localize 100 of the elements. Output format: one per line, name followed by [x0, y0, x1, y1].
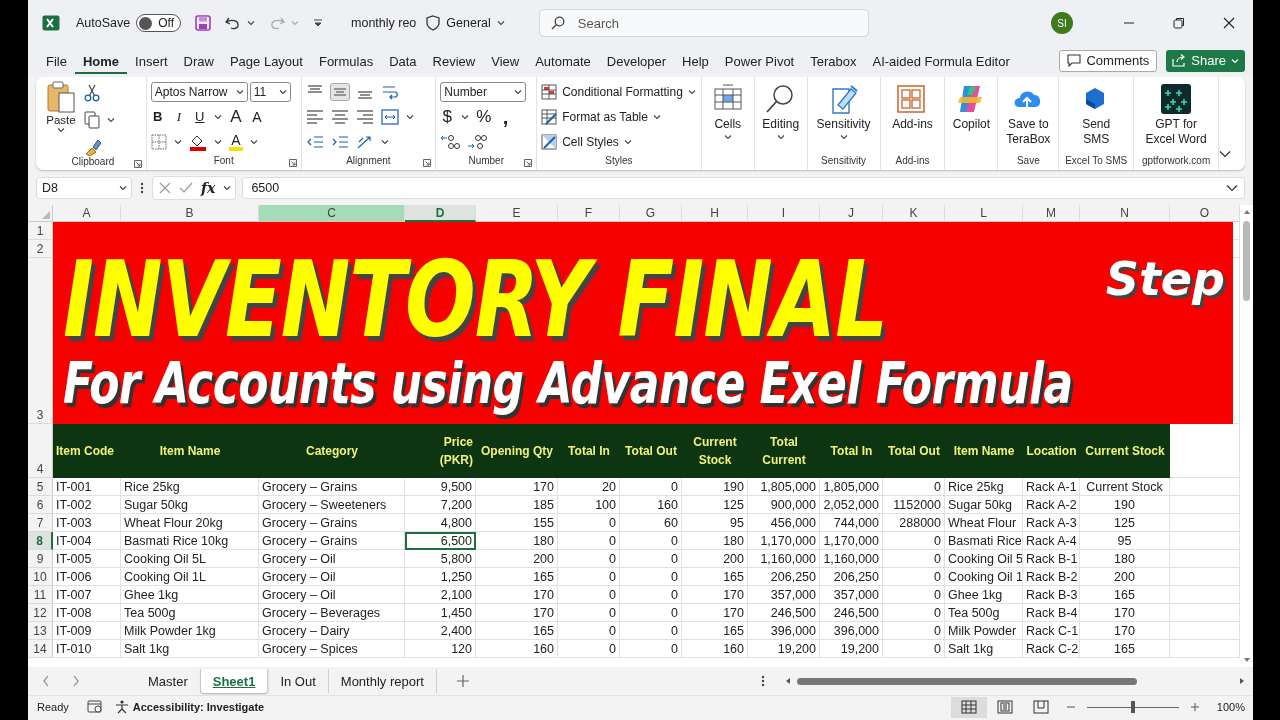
name-box[interactable]: D8: [36, 177, 132, 199]
menu-tab[interactable]: Formulas: [310, 49, 382, 74]
add-sheet-icon[interactable]: [456, 675, 469, 687]
scroll-down-icon[interactable]: [1242, 657, 1251, 663]
column-header[interactable]: G: [620, 205, 682, 222]
column-header[interactable]: N: [1080, 205, 1170, 222]
increase-font-size-button[interactable]: A: [228, 109, 243, 125]
vertical-scrollbar-thumb[interactable]: [1243, 221, 1250, 301]
column-header[interactable]: C: [259, 205, 405, 222]
zoom-slider-thumb[interactable]: [1130, 701, 1135, 713]
sheet-tab[interactable]: Master: [136, 669, 201, 693]
scroll-up-icon[interactable]: [1242, 209, 1251, 215]
caret-icon[interactable]: [213, 114, 222, 120]
merge-center-icon[interactable]: [380, 109, 399, 125]
number-format-dropdown[interactable]: Number: [440, 82, 527, 102]
accessibility-button[interactable]: Accessibility: Investigate: [114, 700, 265, 714]
collapse-ribbon-icon[interactable]: [1219, 150, 1231, 158]
cells-button[interactable]: Cells: [707, 81, 748, 140]
caret-icon[interactable]: [461, 114, 470, 120]
macro-recording-icon[interactable]: [86, 700, 103, 714]
row-header[interactable]: 1: [28, 222, 53, 240]
column-header[interactable]: I: [748, 205, 820, 222]
row-header[interactable]: 2: [28, 240, 53, 258]
align-left-icon[interactable]: [305, 109, 324, 125]
row-header[interactable]: 10: [28, 568, 53, 586]
conditional-formatting-button[interactable]: Conditional Formatting: [541, 82, 696, 102]
orientation-icon[interactable]: [355, 134, 374, 150]
menu-tab[interactable]: Automate: [527, 49, 599, 74]
more-options-icon[interactable]: [140, 182, 144, 194]
restore-icon[interactable]: [1173, 17, 1185, 29]
horizontal-scrollbar-thumb[interactable]: [797, 677, 1137, 685]
caret-icon[interactable]: [173, 139, 182, 145]
menu-tab[interactable]: Help: [674, 49, 717, 74]
menu-tab[interactable]: Data: [381, 49, 425, 74]
caret-icon[interactable]: [249, 139, 258, 145]
scroll-right-icon[interactable]: [1239, 677, 1245, 685]
terabox-button[interactable]: Save to TeraBox: [1003, 81, 1054, 147]
gpt-button[interactable]: GPT for Excel Word: [1142, 81, 1210, 147]
enter-icon[interactable]: [179, 182, 193, 194]
font-color-button[interactable]: A: [228, 133, 243, 151]
menu-tab[interactable]: Developer: [598, 49, 675, 74]
column-header[interactable]: B: [121, 205, 259, 222]
cancel-icon[interactable]: [159, 182, 171, 194]
column-header[interactable]: F: [558, 205, 620, 222]
autosave-toggle[interactable]: Off: [136, 14, 181, 32]
close-icon[interactable]: [1223, 17, 1235, 29]
sensitivity-dropdown[interactable]: General: [446, 16, 505, 30]
caret-icon[interactable]: [380, 139, 389, 145]
previous-sheet-icon[interactable]: [42, 675, 50, 687]
column-header[interactable]: L: [945, 205, 1023, 222]
row-header[interactable]: 7: [28, 514, 53, 532]
scroll-left-icon[interactable]: [785, 677, 791, 685]
row-header[interactable]: 14: [28, 640, 53, 658]
column-header[interactable]: M: [1023, 205, 1080, 222]
column-header[interactable]: H: [682, 205, 748, 222]
caret-icon[interactable]: [213, 139, 222, 145]
font-size-dropdown[interactable]: 11: [249, 82, 291, 102]
expand-icon[interactable]: [1226, 184, 1238, 192]
save-icon[interactable]: [195, 15, 211, 31]
customize-toolbar-icon[interactable]: [313, 19, 323, 27]
column-header[interactable]: K: [883, 205, 945, 222]
search-field[interactable]: Search: [538, 9, 869, 37]
caret-icon[interactable]: [405, 114, 414, 120]
row-header[interactable]: 13: [28, 622, 53, 640]
caret-icon[interactable]: [223, 185, 232, 191]
row-header[interactable]: 4: [28, 424, 53, 478]
decrease-font-size-button[interactable]: A: [249, 109, 264, 125]
dialog-launcher-icon[interactable]: [524, 159, 533, 167]
borders-icon[interactable]: [150, 134, 167, 150]
zoom-in-icon[interactable]: [1190, 703, 1199, 711]
share-button[interactable]: Share: [1166, 49, 1245, 72]
dialog-launcher-icon[interactable]: [133, 160, 142, 168]
copy-icon[interactable]: [84, 111, 100, 129]
column-header[interactable]: E: [476, 205, 558, 222]
sheet-tab[interactable]: Sheet1: [200, 669, 269, 693]
column-header[interactable]: O: [1170, 205, 1240, 222]
user-avatar[interactable]: SI: [1051, 12, 1073, 34]
menu-tab[interactable]: Terabox: [802, 49, 865, 74]
fill-color-icon[interactable]: [188, 133, 207, 151]
menu-tab[interactable]: Home: [74, 49, 128, 74]
row-header[interactable]: 3: [28, 258, 53, 424]
spreadsheet-logo-icon[interactable]: [42, 15, 60, 31]
copilot-button[interactable]: Copilot: [949, 81, 994, 132]
menu-tab[interactable]: Draw: [175, 49, 222, 74]
bold-button[interactable]: B: [150, 109, 165, 125]
sms-button[interactable]: Send SMS: [1076, 81, 1117, 147]
caret-icon[interactable]: [247, 20, 255, 26]
menu-tab[interactable]: Page Layout: [221, 49, 311, 74]
decrease-decimal-icon[interactable]: [467, 134, 488, 150]
menu-tab[interactable]: File: [38, 49, 75, 74]
more-options-icon[interactable]: [761, 675, 765, 687]
row-header[interactable]: 9: [28, 550, 53, 568]
dialog-launcher-icon[interactable]: [288, 159, 297, 167]
addins-button[interactable]: Add-ins: [889, 81, 936, 132]
align-right-icon[interactable]: [355, 109, 374, 125]
sensitivity-button[interactable]: Sensitivity: [813, 81, 874, 140]
row-header[interactable]: 11: [28, 586, 53, 604]
next-sheet-icon[interactable]: [72, 675, 80, 687]
editing-button[interactable]: Editing: [759, 81, 803, 140]
menu-tab[interactable]: Insert: [127, 49, 176, 74]
